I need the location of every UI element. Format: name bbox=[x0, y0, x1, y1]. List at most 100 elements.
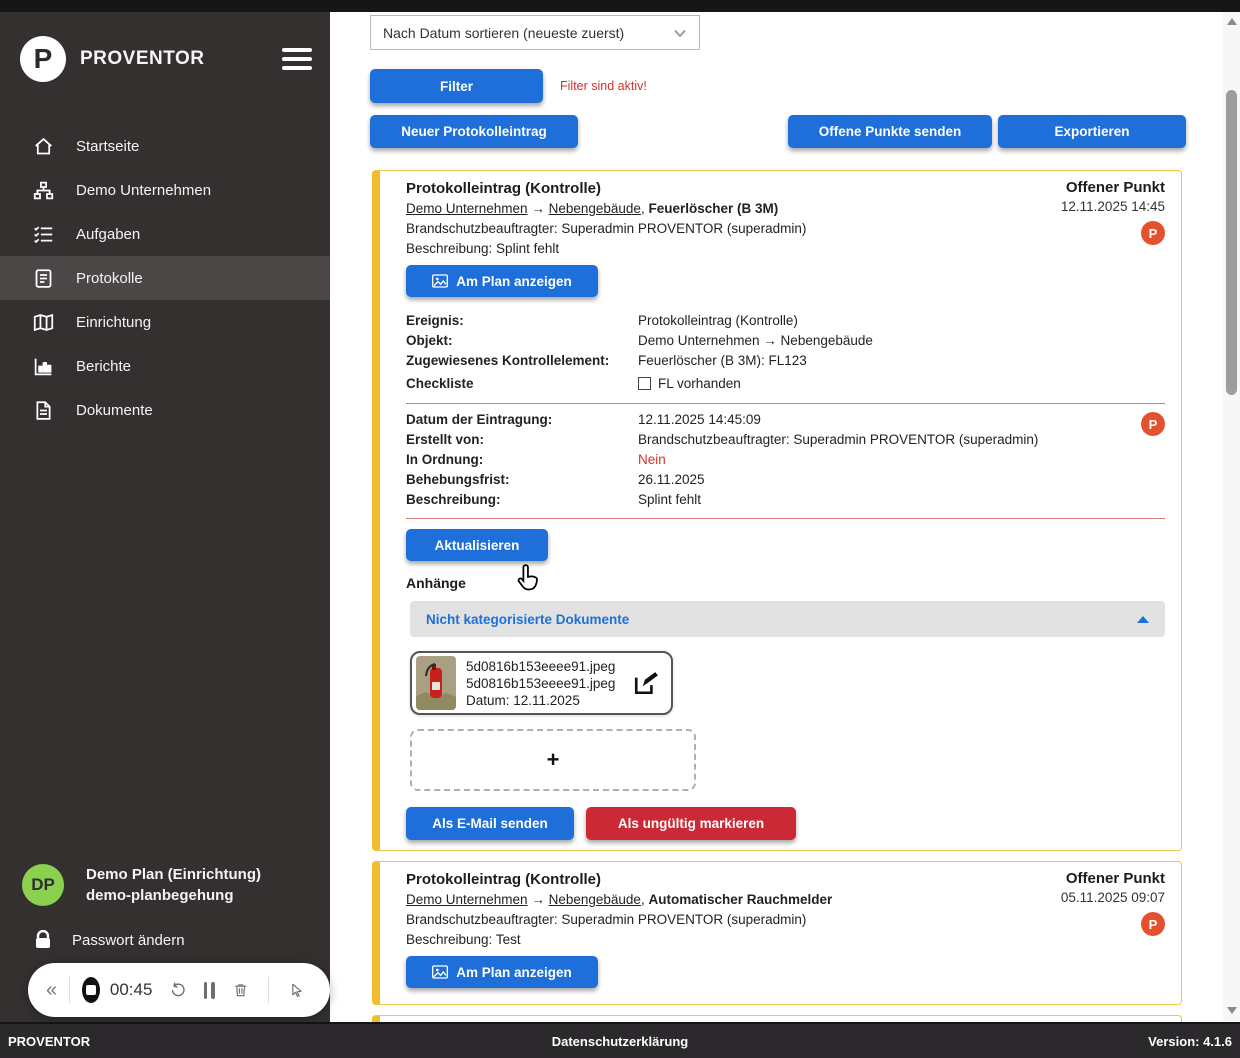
scrollbar[interactable] bbox=[1223, 12, 1240, 1022]
delete-recording-icon[interactable] bbox=[233, 979, 248, 1001]
divider bbox=[406, 518, 1165, 519]
sidebar-item-label: Berichte bbox=[76, 357, 132, 375]
restart-recording-icon[interactable] bbox=[170, 979, 186, 1001]
menu-toggle-icon[interactable] bbox=[282, 48, 312, 70]
scroll-up-icon[interactable] bbox=[1227, 18, 1237, 25]
sort-select[interactable]: Nach Datum sortieren (neueste zuerst) bbox=[370, 15, 700, 50]
attachment-item[interactable]: 5d0816b153eeee91.jpeg 5d0816b153eeee91.j… bbox=[410, 651, 674, 715]
detail-row: Objekt: Demo Unternehmen → Nebengebäude bbox=[406, 333, 873, 348]
sort-select-value: Nach Datum sortieren (neueste zuerst) bbox=[383, 24, 625, 41]
creator-line: Brandschutzbeauftragter: Superadmin PROV… bbox=[406, 912, 807, 927]
sidebar-item-berichte[interactable]: Berichte bbox=[0, 344, 330, 388]
creator-line: Brandschutzbeauftragter: Superadmin PROV… bbox=[406, 221, 807, 236]
divider bbox=[406, 403, 1165, 404]
proventor-badge-icon: P bbox=[1141, 221, 1165, 245]
image-icon bbox=[432, 274, 449, 288]
status-badge: Offener Punkt bbox=[1065, 179, 1165, 196]
sidebar-item-label: Aufgaben bbox=[76, 225, 141, 243]
sidebar-item-startseite[interactable]: Startseite bbox=[0, 124, 330, 168]
stop-recording-icon[interactable] bbox=[81, 977, 100, 1003]
user-profile[interactable]: DP Demo Plan (Einrichtung) demo-planbege… bbox=[22, 864, 322, 906]
footer-bar: PROVENTOR Datenschutzerklärung Version: … bbox=[0, 1022, 1240, 1058]
protocol-card: Offener Punkt 05.11.2025 09:07 P Protoko… bbox=[372, 861, 1182, 1005]
privacy-policy-link[interactable]: Datenschutzerklärung bbox=[0, 1034, 1240, 1049]
user-names: Demo Plan (Einrichtung) demo-planbegehun… bbox=[86, 864, 261, 906]
edit-icon[interactable] bbox=[633, 670, 659, 696]
avatar: DP bbox=[22, 864, 64, 906]
card-status-block: Offener Punkt 05.11.2025 09:07 P bbox=[1061, 870, 1165, 936]
chevron-up-icon bbox=[1137, 615, 1149, 623]
filter-button[interactable]: Filter bbox=[370, 69, 543, 103]
recorder-divider bbox=[69, 977, 70, 1003]
tasks-icon bbox=[30, 223, 56, 245]
user-name: Demo Plan (Einrichtung) bbox=[86, 866, 262, 883]
breadcrumb: Demo Unternehmen → Nebengebäude, Feuerlö… bbox=[406, 201, 779, 216]
sidebar-item-einrichtung[interactable]: Einrichtung bbox=[0, 300, 330, 344]
status-badge: Offener Punkt bbox=[1065, 870, 1165, 887]
export-button[interactable]: Exportieren bbox=[998, 115, 1186, 148]
description-line: Beschreibung: Splint fehlt bbox=[406, 241, 560, 256]
sidebar: P PROVENTOR Startseite Demo Unternehmen … bbox=[0, 12, 330, 1022]
protocol-list: Offener Punkt 12.11.2025 14:45 P Protoko… bbox=[372, 170, 1182, 1022]
document-icon bbox=[30, 399, 56, 421]
chevron-down-icon bbox=[674, 29, 686, 37]
arrow-icon: → bbox=[531, 892, 545, 907]
cursor-tool-icon[interactable] bbox=[289, 979, 304, 1001]
image-icon bbox=[432, 965, 449, 979]
attachment-filename: 5d0816b153eeee91.jpeg bbox=[466, 675, 616, 691]
brand-row: P PROVENTOR bbox=[0, 12, 330, 106]
card-title: Protokolleintrag (Kontrolle) bbox=[406, 871, 601, 888]
control-element-name: Feuerlöscher (B 3M) bbox=[648, 201, 779, 216]
sidebar-item-label: Dokumente bbox=[76, 401, 153, 419]
arrow-icon: → bbox=[531, 201, 545, 216]
new-protocol-entry-button[interactable]: Neuer Protokolleintrag bbox=[370, 115, 578, 148]
main-content: Nach Datum sortieren (neueste zuerst) Fi… bbox=[330, 12, 1240, 1022]
entry-datetime: 12.11.2025 14:45 bbox=[1060, 199, 1165, 214]
description-line: Beschreibung: Test bbox=[406, 932, 521, 947]
show-on-plan-button[interactable]: Am Plan anzeigen bbox=[406, 956, 598, 988]
detail-row: Ereignis: Protokolleintrag (Kontrolle) bbox=[406, 313, 798, 328]
entry-datetime: 05.11.2025 09:07 bbox=[1060, 890, 1165, 905]
breadcrumb-link-building[interactable]: Nebengebäude bbox=[549, 892, 641, 907]
attachment-thumbnail bbox=[416, 656, 456, 710]
lock-icon bbox=[36, 930, 50, 948]
window-top-bar bbox=[0, 0, 1240, 12]
detail-row: Zugewiesenes Kontrollelement: Feuerlösch… bbox=[406, 353, 807, 368]
protocol-card: Offener Punkt 12.11.2025 14:45 P Protoko… bbox=[372, 170, 1182, 851]
sidebar-item-protokolle[interactable]: Protokolle bbox=[0, 256, 330, 300]
home-icon bbox=[30, 135, 56, 157]
filter-active-note: Filter sind aktiv! bbox=[560, 79, 647, 93]
sidebar-item-label: Demo Unternehmen bbox=[76, 181, 212, 199]
proventor-badge-icon: P bbox=[1141, 912, 1165, 936]
journal-icon bbox=[30, 267, 56, 289]
change-password-label: Passwort ändern bbox=[72, 931, 185, 949]
sidebar-item-aufgaben[interactable]: Aufgaben bbox=[0, 212, 330, 256]
plus-icon: + bbox=[546, 747, 560, 772]
sidebar-item-dokumente[interactable]: Dokumente bbox=[0, 388, 330, 432]
send-open-points-button[interactable]: Offene Punkte senden bbox=[788, 115, 992, 148]
logo-letter: P bbox=[33, 43, 53, 74]
attachment-date: Datum: 12.11.2025 bbox=[466, 692, 580, 708]
sitemap-icon bbox=[30, 179, 56, 201]
scrollbar-thumb[interactable] bbox=[1226, 90, 1237, 395]
breadcrumb-link-company[interactable]: Demo Unternehmen bbox=[406, 892, 528, 907]
mark-invalid-button[interactable]: Als ungültig markieren bbox=[586, 807, 796, 840]
breadcrumb-link-building[interactable]: Nebengebäude bbox=[549, 201, 641, 216]
checkbox[interactable] bbox=[638, 377, 651, 390]
sidebar-item-demo-unternehmen[interactable]: Demo Unternehmen bbox=[0, 168, 330, 212]
recorder-collapse-icon[interactable]: « bbox=[46, 979, 57, 1002]
sidebar-item-label: Einrichtung bbox=[76, 313, 152, 331]
card-title: Protokolleintrag (Kontrolle) bbox=[406, 180, 601, 197]
pause-recording-icon[interactable] bbox=[203, 981, 215, 999]
add-attachment-button[interactable]: + bbox=[410, 729, 696, 791]
change-password-link[interactable]: Passwort ändern bbox=[34, 930, 185, 950]
card-status-block: Offener Punkt 12.11.2025 14:45 P bbox=[1061, 179, 1165, 245]
attachments-accordion[interactable]: Nicht kategorisierte Dokumente bbox=[410, 601, 1165, 637]
scroll-down-icon[interactable] bbox=[1227, 1007, 1237, 1014]
show-on-plan-button[interactable]: Am Plan anzeigen bbox=[406, 265, 598, 297]
send-email-button[interactable]: Als E-Mail senden bbox=[406, 807, 574, 840]
sidebar-item-label: Protokolle bbox=[76, 269, 143, 287]
checklist-item: FL vorhanden bbox=[638, 374, 741, 394]
breadcrumb-link-company[interactable]: Demo Unternehmen bbox=[406, 201, 528, 216]
update-button[interactable]: Aktualisieren bbox=[406, 529, 548, 561]
